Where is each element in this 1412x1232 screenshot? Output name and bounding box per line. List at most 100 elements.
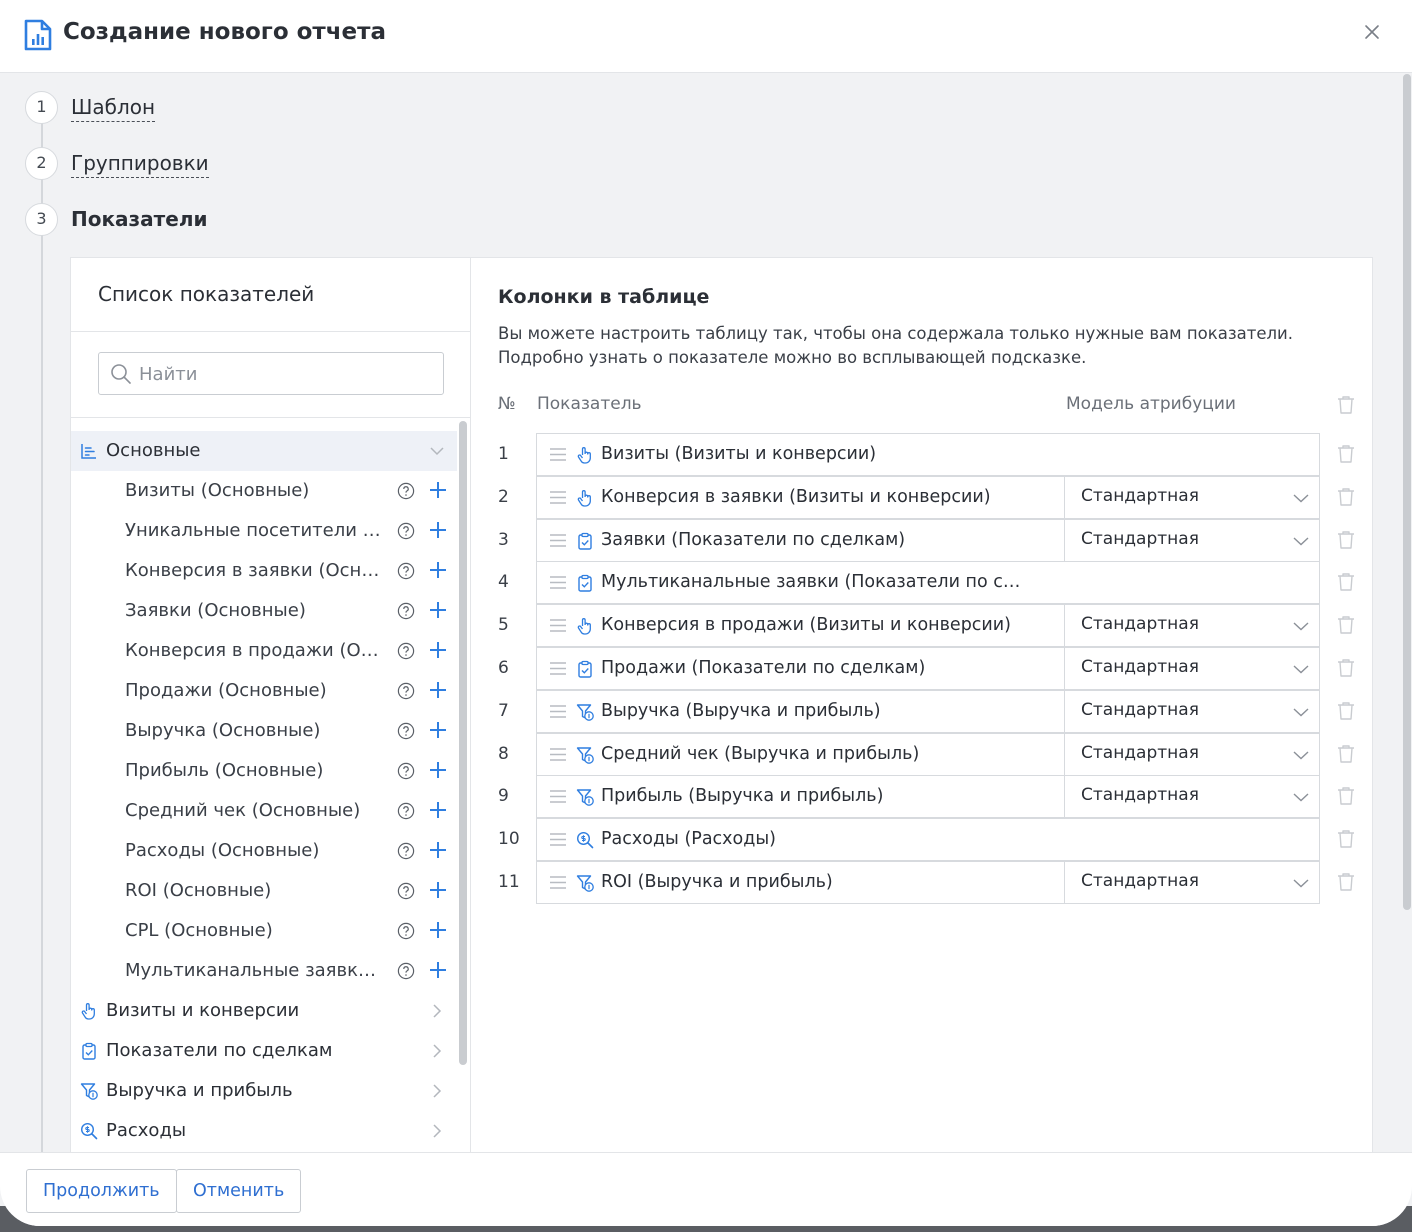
plus-icon[interactable] <box>429 801 447 819</box>
drag-handle-icon[interactable] <box>550 747 566 761</box>
metrics-list-scrollbar[interactable] <box>459 421 467 1065</box>
category-revenue[interactable]: Выручка и прибыль <box>71 1071 457 1111</box>
help-icon[interactable] <box>397 962 415 980</box>
description-line: Подробно узнать о показателе можно во вс… <box>498 348 1087 367</box>
category-visits[interactable]: Визиты и конверсии <box>71 991 457 1031</box>
attribution-model-select[interactable]: Стандартная <box>1064 604 1320 648</box>
metric-list-item: Визиты (Основные) <box>71 471 457 511</box>
trash-icon[interactable] <box>1337 615 1355 635</box>
step-label[interactable]: Группировки <box>71 151 209 178</box>
step-template[interactable]: 1 Шаблон <box>25 91 425 127</box>
help-icon[interactable] <box>397 642 415 660</box>
trash-icon[interactable] <box>1337 658 1355 678</box>
plus-icon[interactable] <box>429 481 447 499</box>
table-columns-editor: Колонки в таблице Вы можете настроить та… <box>472 258 1374 1152</box>
help-icon[interactable] <box>397 482 415 500</box>
help-icon[interactable] <box>397 522 415 540</box>
modal-scrollbar[interactable] <box>1403 74 1411 910</box>
plus-icon[interactable] <box>429 841 447 859</box>
attribution-model-select[interactable]: Стандартная <box>1064 475 1320 519</box>
help-icon[interactable] <box>397 882 415 900</box>
category-expenses[interactable]: Расходы <box>71 1111 457 1151</box>
attribution-model-select[interactable]: Стандартная <box>1064 732 1320 776</box>
drag-handle-icon[interactable] <box>550 662 566 675</box>
drag-handle-icon[interactable] <box>550 491 566 504</box>
plus-icon[interactable] <box>429 721 447 739</box>
funnel-dollar-icon <box>576 875 594 892</box>
drag-handle-icon[interactable] <box>550 448 566 461</box>
cancel-button[interactable]: Отменить <box>176 1169 302 1213</box>
chevron-down-icon <box>1293 793 1309 802</box>
plus-icon[interactable] <box>429 761 447 779</box>
trash-icon[interactable] <box>1337 444 1355 464</box>
modal-header: Создание нового отчета <box>0 0 1412 73</box>
chevron-right-icon <box>433 1084 442 1098</box>
metric-label: Визиты (Визиты и конверсии) <box>601 444 877 464</box>
column-row: ROI (Выручка и прибыль) Стандартная <box>536 861 1320 904</box>
help-icon[interactable] <box>397 802 415 820</box>
plus-icon[interactable] <box>429 521 447 539</box>
plus-icon[interactable] <box>429 641 447 659</box>
trash-icon[interactable] <box>1337 872 1355 892</box>
row-number: 11 <box>498 872 520 892</box>
drag-handle-icon[interactable] <box>550 833 566 846</box>
help-icon[interactable] <box>397 842 415 860</box>
trash-icon[interactable] <box>1337 572 1355 592</box>
plus-icon[interactable] <box>429 881 447 899</box>
attribution-model-select[interactable]: Стандартная <box>1064 518 1320 562</box>
metric-label: Средний чек (Выручка и прибыль) <box>601 743 920 764</box>
trash-icon[interactable] <box>1337 530 1355 550</box>
attribution-model-select[interactable]: Стандартная <box>1064 689 1320 733</box>
attribution-model-select[interactable]: Стандартная <box>1064 861 1320 904</box>
chevron-right-icon <box>433 1044 442 1058</box>
drag-handle-icon[interactable] <box>550 790 566 804</box>
modal-body: 1 Шаблон 2 Группировки 3 Показатели Спис… <box>0 74 1412 1152</box>
list-chart-icon <box>81 444 96 459</box>
plus-icon[interactable] <box>429 681 447 699</box>
chevron-down-icon <box>1293 751 1309 760</box>
column-row: Средний чек (Выручка и прибыль) Стандартн… <box>536 732 1320 776</box>
trash-icon[interactable] <box>1337 829 1355 849</box>
category-basic[interactable]: Основные <box>71 431 457 471</box>
divider <box>71 417 471 418</box>
trash-icon[interactable] <box>1337 786 1355 806</box>
row-number: 9 <box>498 786 509 807</box>
drag-handle-icon[interactable] <box>550 705 566 718</box>
help-icon[interactable] <box>397 562 415 580</box>
metrics-list-title: Список показателей <box>98 282 315 306</box>
help-icon[interactable] <box>397 602 415 620</box>
drag-handle-icon[interactable] <box>550 576 566 590</box>
help-icon[interactable] <box>397 762 415 780</box>
step-number: 3 <box>25 203 58 236</box>
plus-icon[interactable] <box>429 601 447 619</box>
plus-icon[interactable] <box>429 561 447 579</box>
attribution-model-select[interactable]: Стандартная <box>1064 775 1320 819</box>
trash-icon[interactable] <box>1337 395 1355 415</box>
help-icon[interactable] <box>397 922 415 940</box>
column-row: Конверсия в продажи (Визиты и конверсии)… <box>536 604 1320 648</box>
plus-icon[interactable] <box>429 961 447 979</box>
columns-description: Вы можете настроить таблицу так, чтобы о… <box>498 322 1358 370</box>
step-groupings[interactable]: 2 Группировки <box>25 147 425 183</box>
drag-handle-icon[interactable] <box>550 619 566 632</box>
help-icon[interactable] <box>397 722 415 740</box>
category-label: Выручка и прибыль <box>106 1080 293 1101</box>
attribution-model-select[interactable]: Стандартная <box>1064 647 1320 690</box>
close-icon[interactable] <box>1362 22 1382 42</box>
trash-icon[interactable] <box>1337 701 1355 721</box>
trash-icon[interactable] <box>1337 744 1355 764</box>
search-input[interactable]: Найти <box>98 352 444 395</box>
metric-list-item: Продажи (Основные) <box>71 671 457 711</box>
plus-icon[interactable] <box>429 921 447 939</box>
category-deals[interactable]: Показатели по сделкам <box>71 1031 457 1071</box>
metrics-panel: Список показателей Найти Основные Визиты… <box>70 257 1373 1152</box>
row-number: 2 <box>498 486 509 507</box>
metric-list-item: Конверсия в заявки (Основные) <box>71 551 457 591</box>
trash-icon[interactable] <box>1337 487 1355 507</box>
drag-handle-icon[interactable] <box>550 876 566 889</box>
step-label[interactable]: Шаблон <box>71 95 156 122</box>
drag-handle-icon[interactable] <box>550 533 566 547</box>
category-label: Показатели по сделкам <box>106 1040 333 1061</box>
continue-button[interactable]: Продолжить <box>26 1169 177 1213</box>
help-icon[interactable] <box>397 682 415 700</box>
